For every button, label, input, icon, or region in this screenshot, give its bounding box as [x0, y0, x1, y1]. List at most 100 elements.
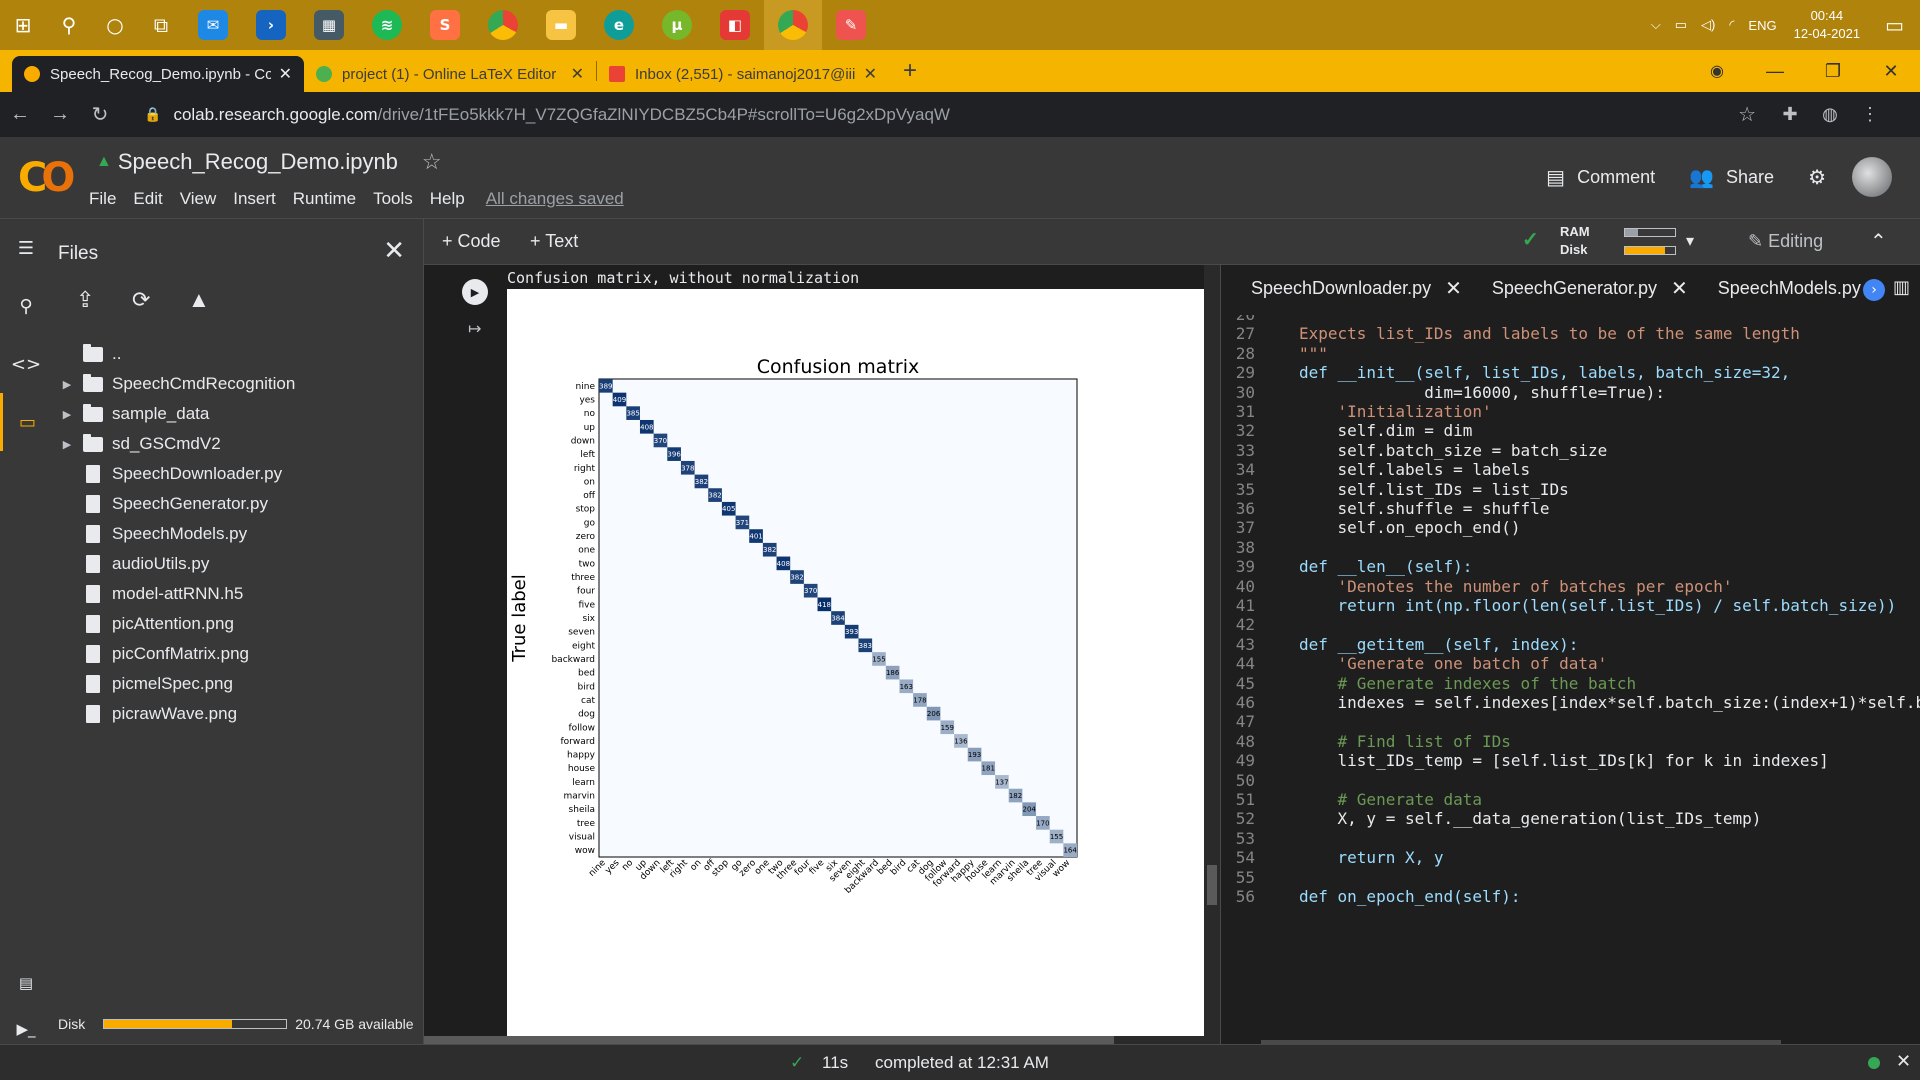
profile-menu-icon[interactable]: ◉: [1688, 61, 1746, 81]
avatar[interactable]: [1852, 157, 1892, 197]
file-item[interactable]: SpeechDownloader.py: [52, 459, 424, 489]
battery-icon[interactable]: ▭: [1675, 17, 1687, 33]
new-tab-icon[interactable]: +: [903, 57, 917, 85]
file-item[interactable]: picrawWave.png: [52, 699, 424, 729]
windows-start-icon[interactable]: ⊞: [0, 0, 46, 50]
folder-item[interactable]: ▶ SpeechCmdRecognition: [52, 369, 424, 399]
share-button[interactable]: 👥 Share: [1689, 165, 1774, 190]
close-icon[interactable]: ✕: [383, 235, 405, 266]
close-icon[interactable]: ✕: [1896, 1051, 1911, 1072]
folder-item[interactable]: ▶ sd_GSCmdV2: [52, 429, 424, 459]
colab-logo[interactable]: CO: [18, 155, 75, 201]
wifi-icon[interactable]: ◜: [1729, 17, 1734, 33]
browser-tab-gmail[interactable]: Inbox (2,551) - saimanoj2017@iii ✕: [597, 56, 889, 92]
dropdown-icon[interactable]: ▾: [1686, 231, 1694, 251]
code-snippets-icon[interactable]: <>: [0, 335, 52, 393]
close-icon[interactable]: ✕: [571, 64, 584, 84]
mount-drive-icon[interactable]: ▲: [188, 287, 244, 313]
chevron-right-icon[interactable]: ▶: [52, 438, 82, 451]
vertical-scrollbar[interactable]: [1204, 265, 1220, 1044]
menu-insert[interactable]: Insert: [233, 189, 276, 209]
volume-icon[interactable]: ◁): [1701, 17, 1715, 33]
taskbar-app-paint[interactable]: ✎: [822, 0, 880, 50]
menu-file[interactable]: File: [89, 189, 116, 209]
menu-tools[interactable]: Tools: [373, 189, 413, 209]
editor-tab[interactable]: SpeechModels.py: [1718, 278, 1861, 299]
task-view-icon[interactable]: ⧉: [138, 0, 184, 50]
reload-icon[interactable]: ↻: [80, 102, 120, 127]
star-icon[interactable]: ☆: [422, 149, 442, 175]
browser-tab-colab[interactable]: Speech_Recog_Demo.ipynb - Col ✕: [12, 56, 304, 92]
save-status[interactable]: All changes saved: [486, 189, 624, 209]
taskbar-app-edge[interactable]: e: [590, 0, 648, 50]
folder-item[interactable]: ▶ sample_data: [52, 399, 424, 429]
close-icon[interactable]: ✕: [1445, 276, 1462, 301]
refresh-folder-icon[interactable]: ⟳: [132, 287, 188, 313]
language-indicator[interactable]: ENG: [1748, 18, 1776, 33]
resource-monitor[interactable]: ✓ RAM Disk: [1522, 223, 1676, 259]
command-palette-icon[interactable]: ▤: [0, 960, 52, 1006]
collapse-icon[interactable]: ⌃: [1870, 229, 1887, 254]
file-item[interactable]: picmelSpec.png: [52, 669, 424, 699]
restore-icon[interactable]: ❐: [1804, 61, 1862, 82]
file-item[interactable]: SpeechModels.py: [52, 519, 424, 549]
close-icon[interactable]: ✕: [1671, 276, 1688, 301]
menu-runtime[interactable]: Runtime: [293, 189, 356, 209]
taskbar-app-sublime[interactable]: S: [416, 0, 474, 50]
back-icon[interactable]: ←: [0, 103, 40, 126]
parent-folder-item[interactable]: ..: [52, 339, 424, 369]
horizontal-scrollbar[interactable]: [424, 1036, 1204, 1044]
upload-icon[interactable]: ⇪: [76, 287, 132, 313]
file-item[interactable]: model-attRNN.h5: [52, 579, 424, 609]
chevron-right-icon[interactable]: ▶: [52, 378, 82, 391]
browser-tab-overleaf[interactable]: project (1) - Online LaTeX Editor ✕: [304, 56, 596, 92]
chevron-right-icon[interactable]: ▶: [52, 408, 82, 421]
editing-mode-button[interactable]: ✎ Editing: [1748, 231, 1823, 252]
menu-help[interactable]: Help: [430, 189, 465, 209]
editor-tab-active[interactable]: SpeechGenerator.py ✕: [1492, 276, 1688, 301]
settings-button[interactable]: ⚙: [1808, 165, 1826, 190]
taskbar-app-chrome-active[interactable]: [764, 0, 822, 50]
forward-icon[interactable]: →: [40, 103, 80, 126]
files-icon[interactable]: ▭: [0, 393, 52, 451]
search-icon[interactable]: ⚲: [46, 0, 92, 50]
notebook-title[interactable]: Speech_Recog_Demo.ipynb: [118, 149, 398, 175]
url-field[interactable]: 🔒 colab.research.google.com/drive/1tFEo5…: [130, 96, 1770, 133]
file-item[interactable]: picAttention.png: [52, 609, 424, 639]
taskbar-app-explorer[interactable]: ▬: [532, 0, 590, 50]
notification-icon[interactable]: ▭: [1885, 13, 1904, 38]
more-menu-icon[interactable]: ⋮: [1850, 104, 1890, 125]
file-item[interactable]: picConfMatrix.png: [52, 639, 424, 669]
profile-avatar[interactable]: ◍: [1810, 104, 1850, 125]
clock[interactable]: 00:44 12-04-2021: [1794, 7, 1861, 43]
scroll-thumb[interactable]: [1207, 865, 1217, 905]
taskbar-app-switch[interactable]: ◧: [706, 0, 764, 50]
bookmark-star-icon[interactable]: ☆: [1738, 102, 1756, 127]
extensions-icon[interactable]: ✚: [1770, 104, 1810, 125]
lock-icon[interactable]: 🔒: [144, 106, 161, 123]
file-item[interactable]: audioUtils.py: [52, 549, 424, 579]
taskbar-app-store[interactable]: ▦: [300, 0, 358, 50]
taskbar-app-chrome[interactable]: [474, 0, 532, 50]
chevron-up-icon[interactable]: ⌵: [1651, 17, 1661, 33]
close-icon[interactable]: ✕: [279, 64, 292, 84]
scroll-thumb[interactable]: [424, 1036, 1114, 1044]
run-cell-button[interactable]: ▶: [462, 279, 488, 305]
cortana-icon[interactable]: ○: [92, 0, 138, 50]
toc-icon[interactable]: ☰: [0, 219, 52, 277]
comment-button[interactable]: ▤ Comment: [1546, 165, 1655, 190]
output-actions-icon[interactable]: ↦: [468, 319, 481, 338]
search-icon[interactable]: ⚲: [0, 277, 52, 335]
taskbar-app-utorrent[interactable]: µ: [648, 0, 706, 50]
taskbar-app-spotify[interactable]: ≋: [358, 0, 416, 50]
chevron-right-icon[interactable]: ›: [1863, 279, 1885, 301]
taskbar-app-mail[interactable]: ✉: [184, 0, 242, 50]
add-text-button[interactable]: + Text: [530, 231, 578, 252]
split-view-icon[interactable]: ▥: [1893, 277, 1910, 298]
add-code-button[interactable]: + Code: [442, 231, 501, 252]
code-view[interactable]: 2627Expects list_IDs and labels to be of…: [1221, 315, 1920, 1044]
file-item[interactable]: SpeechGenerator.py: [52, 489, 424, 519]
minimize-icon[interactable]: —: [1746, 61, 1804, 82]
taskbar-app-powershell[interactable]: ›: [242, 0, 300, 50]
close-window-icon[interactable]: ✕: [1862, 61, 1920, 82]
